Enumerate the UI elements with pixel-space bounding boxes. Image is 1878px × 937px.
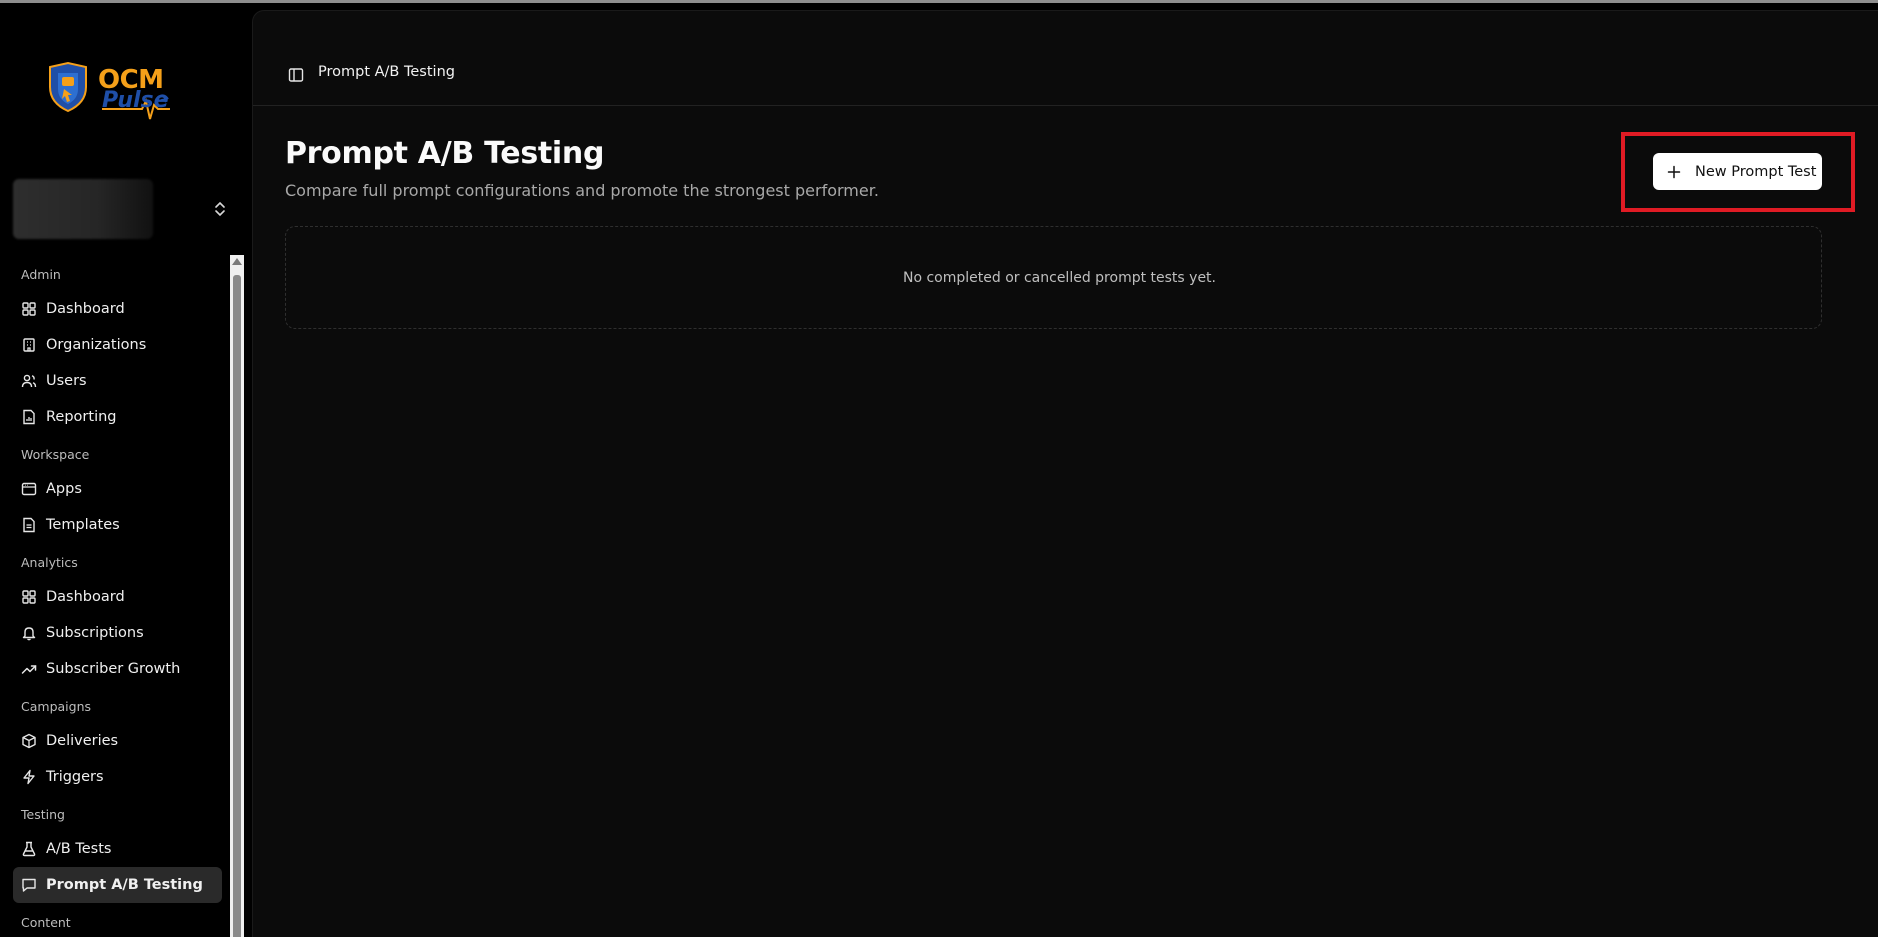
sidebar-item-organizations[interactable]: Organizations (13, 327, 222, 363)
new-prompt-test-label: New Prompt Test (1695, 163, 1817, 180)
grid-icon (21, 589, 37, 605)
sidebar-item-label: Prompt A/B Testing (46, 877, 203, 893)
sidebar-item-apps[interactable]: Apps (13, 471, 222, 507)
grid-icon (21, 301, 37, 317)
sidebar-scrollbar[interactable] (230, 255, 244, 937)
nav-section-analytics: Analytics (21, 555, 78, 570)
sidebar-item-label: Reporting (46, 409, 117, 425)
sidebar-item-ab-tests[interactable]: A/B Tests (13, 831, 222, 867)
nav-section-campaigns: Campaigns (21, 699, 92, 714)
users-icon (21, 373, 37, 389)
empty-state-message: No completed or cancelled prompt tests y… (902, 269, 1216, 286)
sidebar-nav: Admin Dashboard Organizations Users Repo… (0, 255, 232, 937)
logo-text-pulse: Pulse (102, 88, 169, 113)
sidebar-item-label: Organizations (46, 337, 147, 353)
flask-icon (21, 841, 37, 857)
zap-icon (21, 769, 37, 785)
sidebar-item-analytics-dashboard[interactable]: Dashboard (13, 579, 222, 615)
sidebar-item-label: Subscriber Growth (46, 661, 181, 677)
sidebar-item-label: Dashboard (46, 589, 125, 605)
nav-section-workspace: Workspace (21, 447, 90, 462)
sidebar-item-label: Triggers (46, 769, 104, 785)
sidebar-item-reporting[interactable]: Reporting (13, 399, 222, 435)
breadcrumb: Prompt A/B Testing (318, 64, 455, 80)
package-icon (21, 733, 37, 749)
sidebar-item-admin-dashboard[interactable]: Dashboard (13, 291, 222, 327)
document-icon (21, 517, 37, 533)
nav-section-content: Content (21, 915, 71, 930)
organization-name-redacted (13, 179, 153, 239)
scroll-up-arrow-icon[interactable] (232, 258, 242, 265)
sidebar-item-label: Deliveries (46, 733, 119, 749)
sidebar-item-label: Users (46, 373, 87, 389)
header-bar: Prompt A/B Testing (253, 11, 1878, 106)
sidebar: OCM Pulse Admin Dashboard Organizations … (0, 3, 248, 937)
report-icon (21, 409, 37, 425)
scrollbar-thumb[interactable] (233, 275, 241, 937)
sidebar-item-templates[interactable]: Templates (13, 507, 222, 543)
sidebar-item-users[interactable]: Users (13, 363, 222, 399)
nav-section-admin: Admin (21, 267, 61, 282)
sidebar-toggle-icon[interactable] (288, 67, 304, 83)
main-panel: Prompt A/B Testing Prompt A/B Testing Co… (252, 10, 1878, 937)
trending-up-icon (21, 661, 37, 677)
sidebar-item-subscriber-growth[interactable]: Subscriber Growth (13, 651, 222, 687)
organization-switcher[interactable] (13, 179, 231, 239)
page-title: Prompt A/B Testing (285, 136, 605, 171)
sidebar-item-deliveries[interactable]: Deliveries (13, 723, 222, 759)
plus-icon (1667, 165, 1681, 178)
sidebar-item-label: Dashboard (46, 301, 125, 317)
sidebar-item-subscriptions[interactable]: Subscriptions (13, 615, 222, 651)
bell-icon (21, 625, 37, 641)
sidebar-item-label: Apps (46, 481, 82, 497)
sidebar-item-label: Templates (46, 517, 120, 533)
sidebar-item-label: Subscriptions (46, 625, 144, 641)
sidebar-item-label: A/B Tests (46, 841, 112, 857)
app-window-icon (21, 481, 37, 497)
sidebar-item-prompt-ab-testing[interactable]: Prompt A/B Testing (13, 867, 222, 903)
message-square-icon (21, 877, 37, 893)
ocm-pulse-logo[interactable]: OCM Pulse (46, 61, 196, 133)
chevrons-up-down-icon (215, 201, 225, 217)
empty-state-panel: No completed or cancelled prompt tests y… (285, 226, 1822, 329)
window-top-strip (0, 0, 1878, 3)
nav-section-testing: Testing (21, 807, 65, 822)
sidebar-item-triggers[interactable]: Triggers (13, 759, 222, 795)
building-icon (21, 337, 37, 353)
new-prompt-test-button[interactable]: New Prompt Test (1653, 153, 1822, 190)
page-subtitle: Compare full prompt configurations and p… (285, 181, 879, 200)
